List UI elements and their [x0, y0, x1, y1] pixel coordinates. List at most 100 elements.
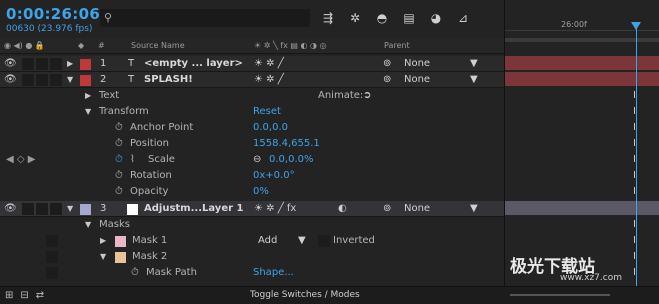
shy-icon[interactable]: ◓: [374, 10, 390, 26]
parent-dropdown[interactable]: None: [404, 74, 430, 85]
adjustment-switch-icon[interactable]: ◐: [338, 203, 347, 214]
stopwatch-icon[interactable]: ⏱: [115, 122, 123, 133]
eye-column-icon[interactable]: ◉ ◀) ● 🔒: [4, 41, 45, 50]
collapse-arrow-icon[interactable]: ▼: [100, 252, 106, 261]
search-input[interactable]: ⚲: [100, 9, 310, 27]
shy-switch-icon[interactable]: ☀ ✲ ╱: [254, 58, 284, 69]
collapse-arrow-icon[interactable]: ▼: [85, 107, 91, 116]
animate-label[interactable]: Animate:: [318, 90, 363, 101]
label-column-icon[interactable]: ◆: [78, 41, 84, 50]
chevron-down-icon[interactable]: ▼: [470, 58, 478, 69]
property-value[interactable]: 0.0,0.0: [253, 122, 288, 133]
stopwatch-icon[interactable]: ⏱: [131, 267, 139, 278]
animate-menu-icon[interactable]: ➲: [363, 90, 371, 101]
graph-icon[interactable]: ⌇: [130, 154, 135, 165]
frame-blend-icon[interactable]: ▤: [401, 10, 417, 26]
chevron-down-icon[interactable]: ▼: [298, 235, 306, 246]
property-value[interactable]: Shape...: [253, 267, 294, 278]
mask-lock-toggle[interactable]: [46, 251, 58, 263]
pickwhip-icon[interactable]: ⊚: [383, 203, 391, 214]
comp-mini-flowchart-icon[interactable]: ⊞: [5, 290, 13, 301]
graph-editor-icon[interactable]: ⊿: [455, 10, 471, 26]
eye-icon[interactable]: 👁: [4, 74, 17, 86]
opacity-row[interactable]: ⏱ Opacity 0%: [0, 184, 504, 200]
lock-toggle[interactable]: [50, 74, 62, 86]
layer-row-3[interactable]: 👁 ▼ 3 Adjustm...Layer 1 ☀ ✲ ╱ fx ◐ ⊚ Non…: [0, 201, 504, 217]
layer-name[interactable]: Adjustm...Layer 1: [144, 203, 243, 214]
draft-3d-icon[interactable]: ✲: [347, 10, 363, 26]
property-value[interactable]: 1558.4,655.1: [253, 138, 320, 149]
reset-link[interactable]: Reset: [253, 106, 281, 117]
scale-row[interactable]: ◀ ◇ ▶ ⏱ ⌇ Scale ⊖ 0.0,0.0%: [0, 152, 504, 168]
layer-name[interactable]: <empty ... layer>: [144, 58, 243, 69]
chevron-down-icon[interactable]: ▼: [470, 74, 478, 85]
anchor-point-row[interactable]: ⏱ Anchor Point 0.0,0.0: [0, 120, 504, 136]
current-timecode[interactable]: 0:00:26:06: [6, 5, 100, 23]
toggle-switches-modes-button[interactable]: Toggle Switches / Modes: [250, 290, 360, 300]
stopwatch-icon[interactable]: ⏱: [115, 186, 123, 197]
transfer-controls-icon[interactable]: ⇄: [36, 290, 44, 301]
transform-row[interactable]: ▼ Transform Reset: [0, 104, 504, 120]
stopwatch-active-icon[interactable]: ⏱: [115, 154, 123, 165]
audio-toggle[interactable]: [22, 58, 34, 70]
mask-lock-toggle[interactable]: [46, 267, 58, 279]
mask-color-swatch[interactable]: [115, 236, 126, 247]
mask-mode-dropdown[interactable]: Add: [258, 235, 277, 246]
text-group-row[interactable]: ▶ Text Animate: ➲: [0, 88, 504, 104]
audio-toggle[interactable]: [22, 74, 34, 86]
layer-name[interactable]: SPLASH!: [144, 74, 193, 85]
source-name-header[interactable]: Source Name: [131, 41, 185, 50]
stopwatch-icon[interactable]: ⏱: [115, 170, 123, 181]
zoom-slider[interactable]: [510, 294, 610, 296]
shy-switch-icon[interactable]: ☀ ✲ ╱ fx: [254, 203, 296, 214]
label-color-swatch[interactable]: [80, 59, 91, 70]
parent-dropdown[interactable]: None: [404, 203, 430, 214]
motion-blur-icon[interactable]: ◕: [428, 10, 444, 26]
layer-switches-icon[interactable]: ⊟: [20, 290, 28, 301]
expand-arrow-icon[interactable]: ▶: [67, 59, 73, 68]
mask-lock-toggle[interactable]: [46, 235, 58, 247]
pickwhip-icon[interactable]: ⊚: [383, 74, 391, 85]
label-color-swatch[interactable]: [80, 204, 91, 215]
stopwatch-icon[interactable]: ⏱: [115, 138, 123, 149]
pickwhip-icon[interactable]: ⊚: [383, 58, 391, 69]
property-value[interactable]: 0.0,0.0%: [269, 154, 314, 165]
lock-toggle[interactable]: [50, 203, 62, 215]
mask2-row[interactable]: ▼ Mask 2: [0, 249, 504, 265]
eye-icon[interactable]: 👁: [4, 203, 17, 215]
expand-arrow-icon[interactable]: ▶: [85, 91, 91, 100]
playhead-handle[interactable]: [631, 22, 641, 30]
layer-row-1[interactable]: 👁 ▶ 1 T <empty ... layer> ☀ ✲ ╱ ⊚ None ▼: [0, 56, 504, 72]
expand-arrow-icon[interactable]: ▶: [100, 236, 106, 245]
link-icon[interactable]: ⊖: [253, 154, 261, 165]
collapse-arrow-icon[interactable]: ▼: [67, 204, 73, 213]
mask-label[interactable]: Mask 1: [132, 235, 167, 246]
solo-toggle[interactable]: [36, 58, 48, 70]
solo-toggle[interactable]: [36, 74, 48, 86]
property-value[interactable]: 0x+0.0°: [253, 170, 295, 181]
masks-row[interactable]: ▼ Masks: [0, 217, 504, 233]
audio-toggle[interactable]: [22, 203, 34, 215]
eye-icon[interactable]: 👁: [4, 58, 17, 70]
comp-flowchart-icon[interactable]: ⇶: [320, 10, 336, 26]
rotation-row[interactable]: ⏱ Rotation 0x+0.0°: [0, 168, 504, 184]
position-row[interactable]: ⏱ Position 1558.4,655.1: [0, 136, 504, 152]
playhead-line[interactable]: [636, 22, 637, 290]
layer-row-2[interactable]: 👁 ▼ 2 T SPLASH! ☀ ✲ ╱ ⊚ None ▼: [0, 72, 504, 88]
mask-path-row[interactable]: ⏱ Mask Path Shape...: [0, 265, 504, 281]
solo-toggle[interactable]: [36, 203, 48, 215]
property-value[interactable]: 0%: [253, 186, 269, 197]
parent-header[interactable]: Parent: [384, 41, 410, 50]
lock-toggle[interactable]: [50, 58, 62, 70]
mask-color-swatch[interactable]: [115, 252, 126, 263]
label-color-swatch[interactable]: [80, 75, 91, 86]
keyframe-nav-icon[interactable]: ◀ ◇ ▶: [6, 154, 35, 165]
collapse-arrow-icon[interactable]: ▼: [67, 75, 73, 84]
chevron-down-icon[interactable]: ▼: [470, 203, 478, 214]
shy-switch-icon[interactable]: ☀ ✲ ╱: [254, 74, 284, 85]
parent-dropdown[interactable]: None: [404, 58, 430, 69]
collapse-arrow-icon[interactable]: ▼: [85, 220, 91, 229]
mask1-row[interactable]: ▶ Mask 1 Add ▼ Inverted: [0, 233, 504, 249]
mask-label[interactable]: Mask 2: [132, 251, 167, 262]
inverted-checkbox[interactable]: [318, 235, 330, 247]
